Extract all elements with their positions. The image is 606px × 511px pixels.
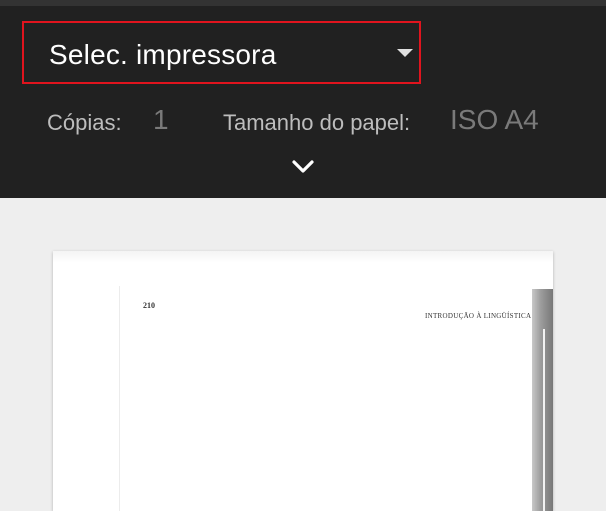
page-number: 210 [143,301,155,310]
copies-value[interactable]: 1 [153,104,169,136]
paper-size-label: Tamanho do papel: [223,110,411,135]
printer-select-dropdown[interactable]: Selec. impressora [22,21,421,84]
dropdown-arrow-icon [397,49,413,57]
printer-select-label: Selec. impressora [49,39,277,70]
scan-inner-edge [543,329,545,511]
chevron-down-icon[interactable] [289,156,317,178]
print-settings-header: Selec. impressora Cópias: 1 Tamanho do p… [0,6,606,198]
scan-top-shade [53,251,553,263]
paper-size-value[interactable]: ISO A4 [450,104,539,136]
print-preview-area: 210 INTRODUÇÃO À LINGÜÍSTICA [0,198,606,511]
scan-fold-line [119,286,120,511]
copies-label: Cópias: [47,110,122,135]
running-head: INTRODUÇÃO À LINGÜÍSTICA [425,312,532,320]
page-preview[interactable]: 210 INTRODUÇÃO À LINGÜÍSTICA [53,251,553,511]
